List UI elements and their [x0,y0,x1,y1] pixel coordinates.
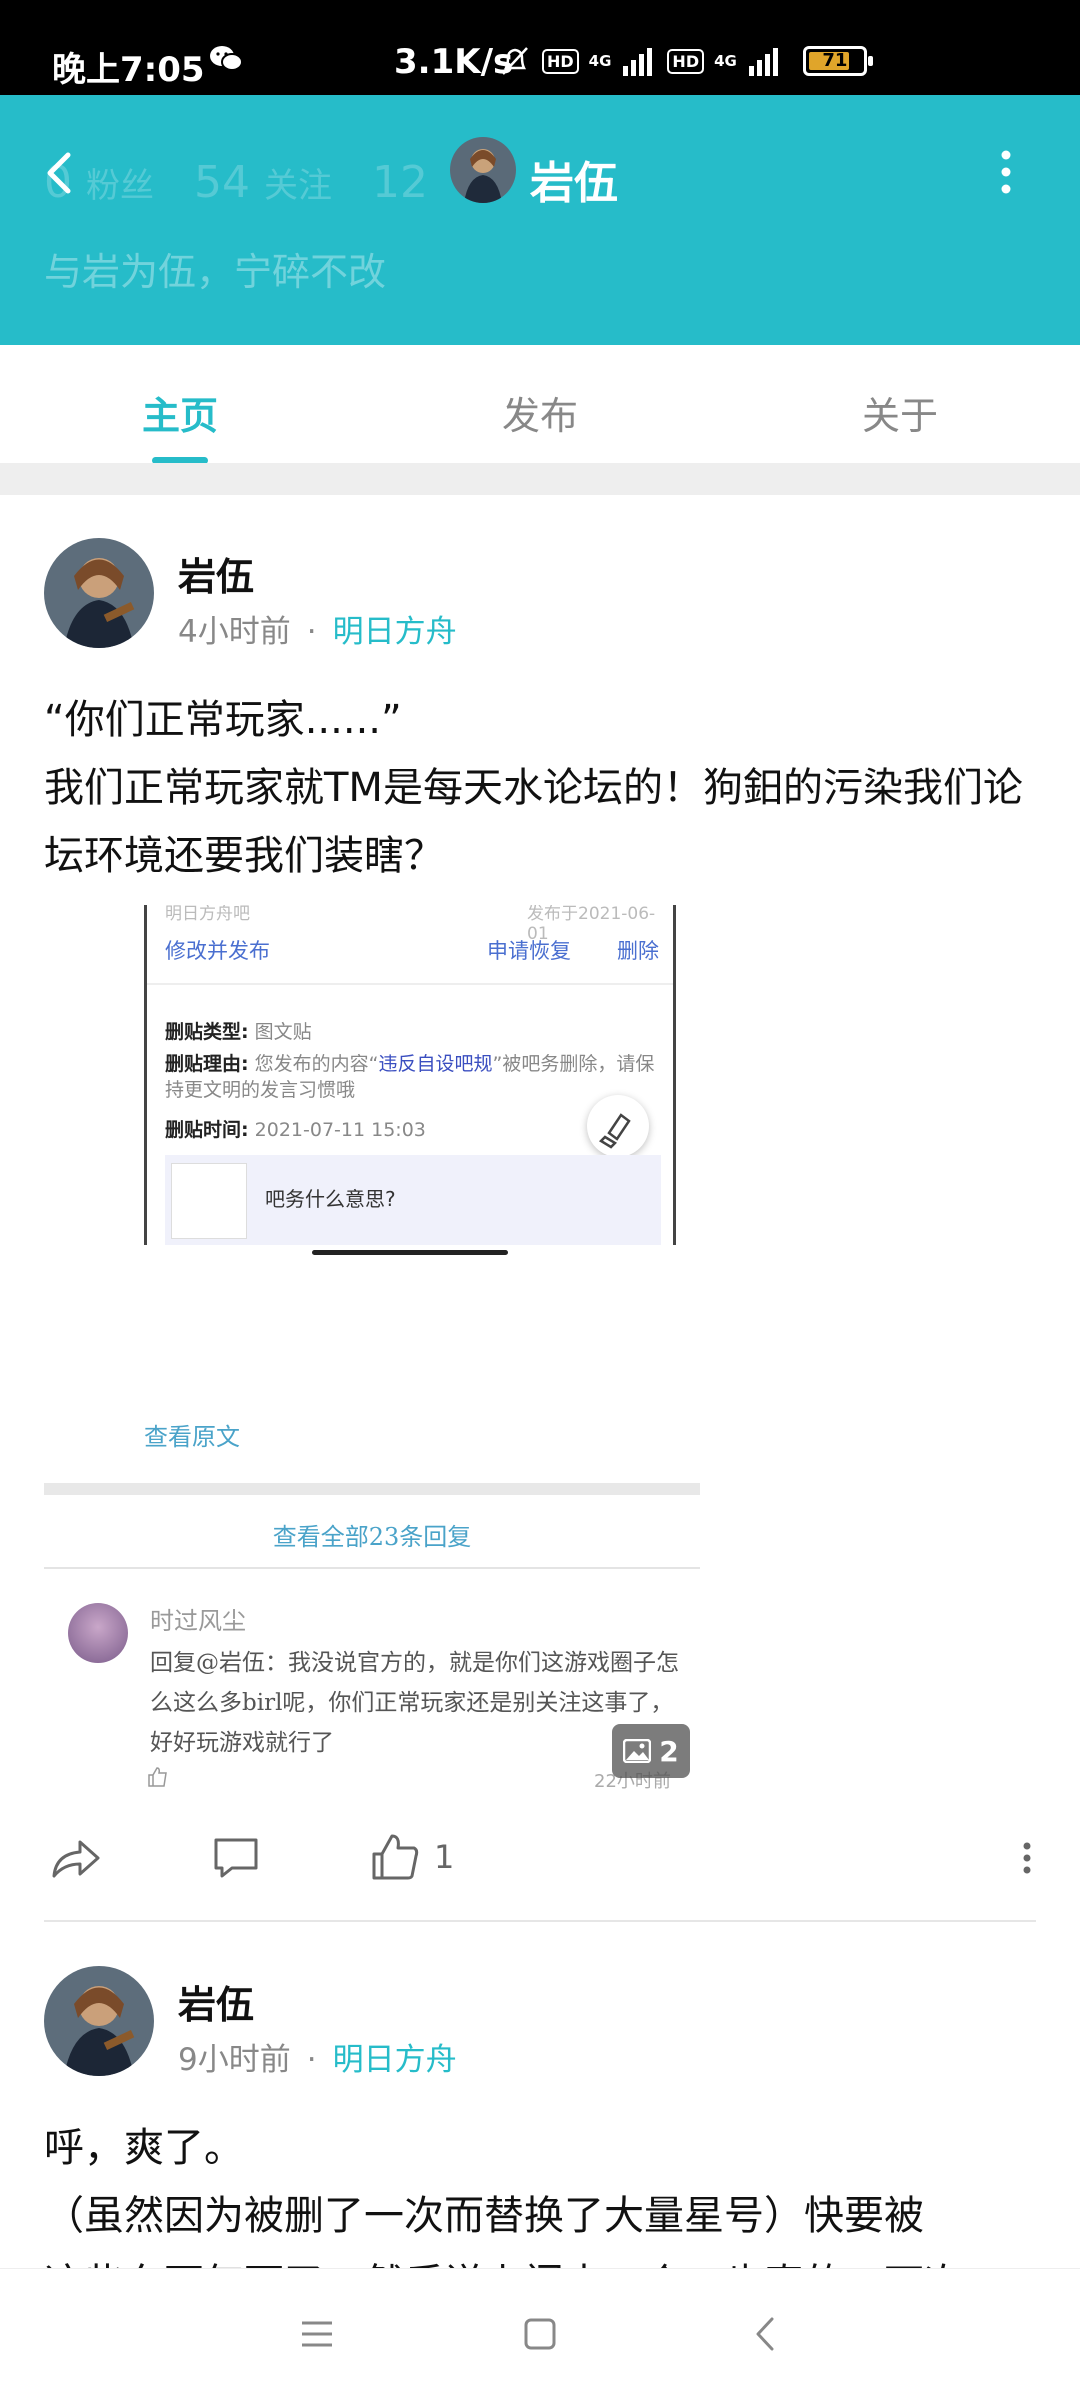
system-nav-bar [0,2268,1080,2400]
home-icon[interactable] [515,2309,565,2359]
author-name[interactable]: 岩伍 [178,1974,254,2029]
post-text-line: 这些东西气死了，然后说上门来一个，也真的，下次 [44,2250,1044,2268]
post-text-line: （虽然因为被删了一次而替换了大量星号）快要被 [44,2193,924,2239]
post-meta: 9小时前 · 明日方舟 [178,2042,457,2078]
forum-link[interactable]: 明日方舟 [333,2042,457,2078]
menu-icon[interactable] [292,2309,342,2359]
back-icon[interactable] [742,2309,792,2359]
post-card[interactable]: 岩伍 9小时前 · 明日方舟 呼，爽了。 （虽然因为被删了一次而替换了大量星号）快要… [0,0,1080,2268]
post-content: 呼，爽了。 （虽然因为被删了一次而替换了大量星号）快要被 这些东西气死了，然后说… [44,2114,1044,2268]
post-text-line: 呼，爽了。 [44,2125,244,2171]
author-avatar[interactable] [44,1966,154,2076]
post-time: 9小时前 [178,2042,291,2078]
